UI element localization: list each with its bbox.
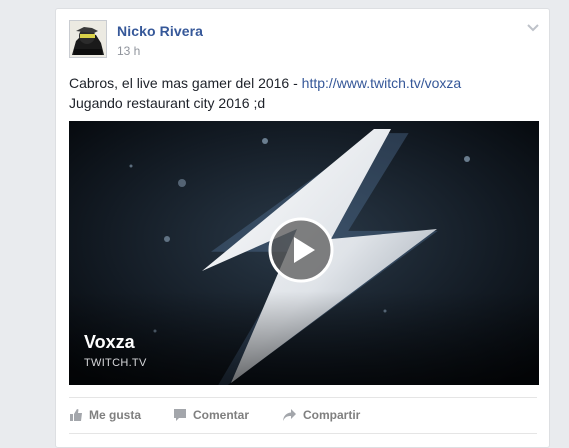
post-text-prefix: Cabros, el live mas gamer del 2016 -: [69, 75, 302, 91]
post-text-line2: Jugando restaurant city 2016 ;d: [69, 95, 266, 111]
comment-label: Comentar: [193, 408, 250, 422]
chevron-down-icon[interactable]: [525, 21, 541, 33]
post-card: Nicko Rivera 13 h Cabros, el live mas ga…: [55, 8, 550, 448]
video-preview[interactable]: Voxza TWITCH.TV: [69, 121, 539, 385]
post-timestamp[interactable]: 13 h: [117, 44, 140, 58]
avatar[interactable]: [69, 20, 107, 58]
comment-icon: [174, 409, 186, 421]
share-icon: [283, 409, 296, 421]
author-name[interactable]: Nicko Rivera: [117, 23, 203, 39]
thumbs-up-icon: [70, 409, 82, 421]
comment-button[interactable]: Comentar: [173, 406, 249, 424]
post-link[interactable]: http://www.twitch.tv/voxza: [302, 75, 462, 91]
video-domain: TWITCH.TV: [84, 357, 147, 369]
like-label: Me gusta: [89, 408, 142, 422]
share-button[interactable]: Compartir: [282, 406, 360, 424]
share-label: Compartir: [303, 408, 361, 422]
scrollbar-gutter: [561, 0, 569, 434]
like-button[interactable]: Me gusta: [69, 406, 141, 424]
divider: [69, 397, 537, 398]
video-title: Voxza: [84, 332, 135, 352]
play-icon[interactable]: [268, 217, 334, 283]
post-text: Cabros, el live mas gamer del 2016 - htt…: [69, 73, 461, 113]
avatar-image: [70, 21, 106, 57]
